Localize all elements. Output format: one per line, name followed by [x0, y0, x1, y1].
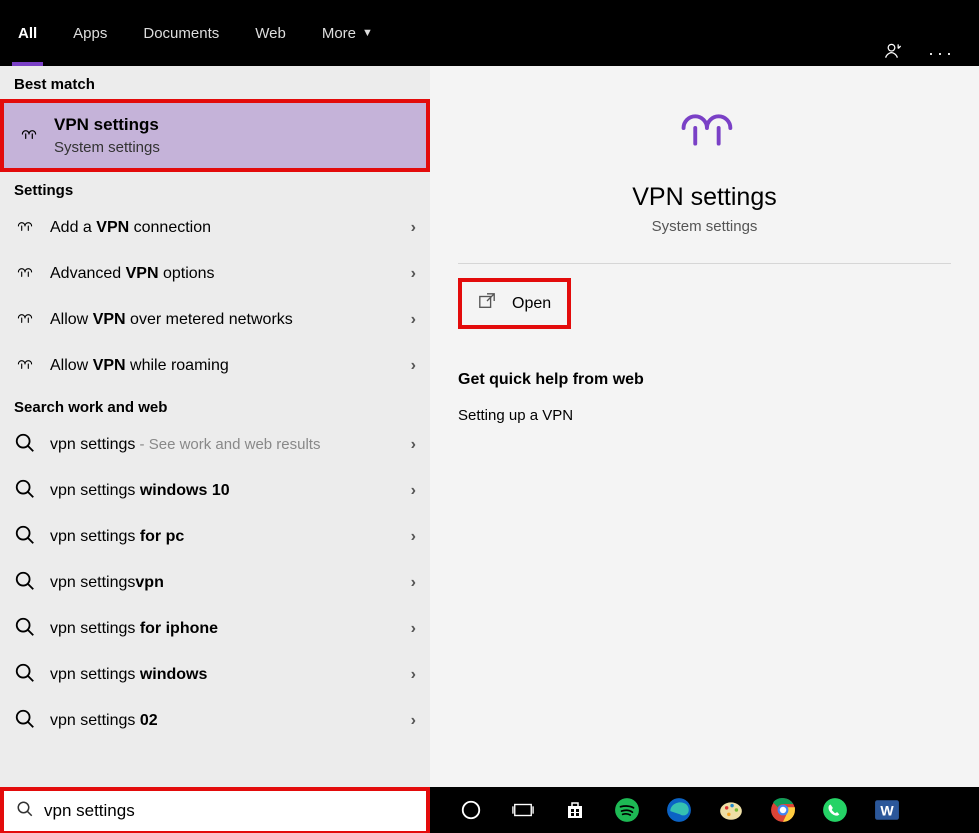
tab-more-label: More [322, 25, 356, 42]
best-match-text: VPN settings System settings [54, 115, 160, 156]
microsoft-store-icon[interactable] [560, 795, 590, 825]
chevron-right-icon: › [411, 574, 416, 592]
chevron-right-icon: › [411, 357, 416, 375]
chevron-right-icon: › [411, 620, 416, 638]
chevron-right-icon: › [411, 666, 416, 684]
search-icon [16, 800, 34, 823]
settings-result-label: Add a VPN connection [50, 219, 211, 237]
vpn-icon-large [666, 141, 744, 158]
settings-result-label: Advanced VPN options [50, 265, 215, 283]
chevron-down-icon: ▼ [362, 27, 373, 39]
taskbar: W [0, 787, 979, 833]
settings-result[interactable]: Allow VPN while roaming › [0, 343, 430, 389]
edge-icon[interactable] [664, 795, 694, 825]
search-input[interactable] [44, 801, 414, 821]
web-result[interactable]: vpn settings windows 10 › [0, 468, 430, 514]
web-result[interactable]: vpn settingsvpn › [0, 560, 430, 606]
search-icon [14, 662, 36, 688]
search-icon [14, 432, 36, 458]
vpn-icon [14, 215, 36, 241]
web-result-label: vpn settings for iphone [50, 620, 218, 638]
settings-result[interactable]: Allow VPN over metered networks › [0, 297, 430, 343]
chevron-right-icon: › [411, 712, 416, 730]
web-result-label: vpn settings windows [50, 666, 207, 684]
chevron-right-icon: › [411, 482, 416, 500]
web-result-label: vpn settings - See work and web results [50, 436, 320, 454]
detail-subtitle: System settings [458, 218, 951, 235]
search-icon [14, 478, 36, 504]
more-options-icon[interactable]: ··· [928, 43, 955, 64]
quick-help-link[interactable]: Setting up a VPN [458, 407, 951, 424]
search-filter-tabbar: All Apps Documents Web More ▼ ··· [0, 0, 979, 66]
results-list: Best match VPN settings System settings … [0, 66, 430, 787]
chevron-right-icon: › [411, 265, 416, 283]
search-icon [14, 570, 36, 596]
tab-apps[interactable]: Apps [55, 0, 125, 66]
web-result-label: vpn settingsvpn [50, 574, 164, 592]
search-box[interactable] [0, 787, 430, 833]
chrome-icon[interactable] [768, 795, 798, 825]
whatsapp-icon[interactable] [820, 795, 850, 825]
paint-icon[interactable] [716, 795, 746, 825]
web-result[interactable]: vpn settings 02 › [0, 698, 430, 744]
section-best-match: Best match [0, 66, 430, 99]
tab-more[interactable]: More ▼ [304, 0, 391, 66]
feedback-icon[interactable] [884, 41, 904, 66]
chevron-right-icon: › [411, 528, 416, 546]
section-settings: Settings [0, 172, 430, 205]
web-result[interactable]: vpn settings for pc › [0, 514, 430, 560]
settings-result[interactable]: Advanced VPN options › [0, 251, 430, 297]
search-icon [14, 616, 36, 642]
best-match-item[interactable]: VPN settings System settings [0, 99, 430, 172]
search-icon [14, 708, 36, 734]
tabs-container: All Apps Documents Web More ▼ [0, 0, 391, 66]
tab-documents[interactable]: Documents [125, 0, 237, 66]
settings-result[interactable]: Add a VPN connection › [0, 205, 430, 251]
divider [458, 263, 951, 264]
quick-help-heading: Get quick help from web [458, 371, 951, 389]
search-icon [14, 524, 36, 550]
detail-hero: VPN settings System settings [458, 102, 951, 235]
detail-title: VPN settings [458, 183, 951, 212]
tab-all[interactable]: All [0, 0, 55, 66]
tab-web[interactable]: Web [237, 0, 304, 66]
cortana-icon[interactable] [456, 795, 486, 825]
spotify-icon[interactable] [612, 795, 642, 825]
best-match-title: VPN settings [54, 115, 160, 135]
vpn-icon [14, 353, 36, 379]
detail-pane: VPN settings System settings Open Get qu… [430, 66, 979, 787]
open-button[interactable]: Open [458, 278, 571, 329]
open-icon [478, 292, 496, 315]
web-result-label: vpn settings for pc [50, 528, 184, 546]
settings-result-label: Allow VPN while roaming [50, 357, 229, 375]
tabbar-actions: ··· [884, 41, 967, 66]
chevron-right-icon: › [411, 219, 416, 237]
web-result[interactable]: vpn settings for iphone › [0, 606, 430, 652]
settings-result-label: Allow VPN over metered networks [50, 311, 293, 329]
vpn-icon [18, 123, 40, 149]
best-match-subtitle: System settings [54, 139, 160, 156]
open-button-label: Open [512, 295, 551, 313]
section-search-web: Search work and web [0, 389, 430, 422]
chevron-right-icon: › [411, 311, 416, 329]
taskbar-icons: W [430, 795, 902, 825]
svg-text:W: W [880, 802, 894, 818]
word-icon[interactable]: W [872, 795, 902, 825]
web-result[interactable]: vpn settings - See work and web results … [0, 422, 430, 468]
vpn-icon [14, 307, 36, 333]
search-results-pane: Best match VPN settings System settings … [0, 66, 979, 787]
vpn-icon [14, 261, 36, 287]
chevron-right-icon: › [411, 436, 416, 454]
web-result-label: vpn settings 02 [50, 712, 158, 730]
task-view-icon[interactable] [508, 795, 538, 825]
web-result[interactable]: vpn settings windows › [0, 652, 430, 698]
web-result-label: vpn settings windows 10 [50, 482, 230, 500]
